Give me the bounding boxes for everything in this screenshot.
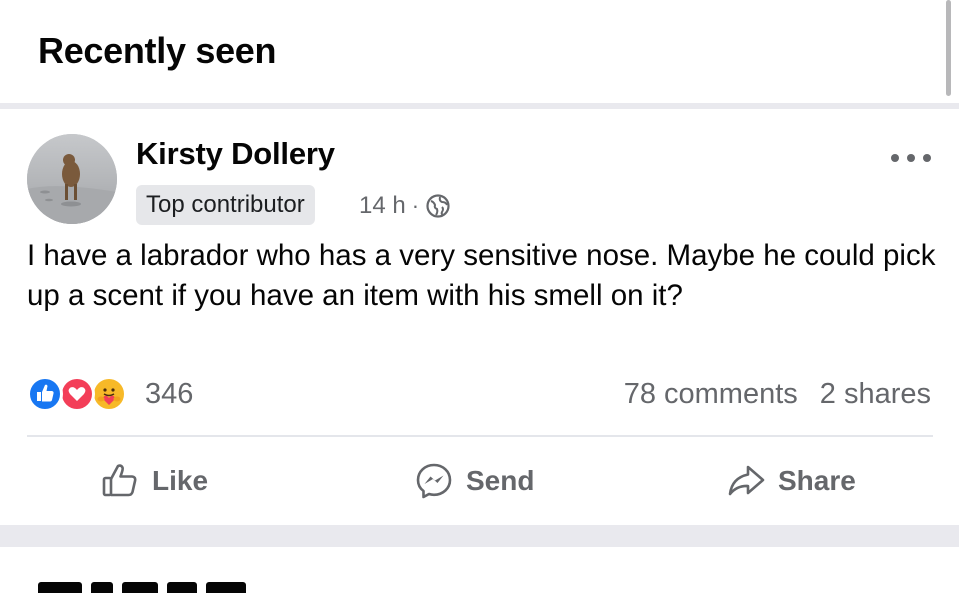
author-name[interactable]: Kirsty Dollery xyxy=(136,136,335,172)
reaction-count: 346 xyxy=(145,377,194,410)
next-section-peek xyxy=(0,547,959,593)
more-dots-icon xyxy=(907,154,915,162)
like-button[interactable]: Like xyxy=(100,459,208,503)
messenger-icon xyxy=(416,463,452,499)
top-contributor-badge[interactable]: Top contributor xyxy=(136,185,315,225)
more-dots-icon xyxy=(923,154,931,162)
love-reaction-icon xyxy=(59,376,95,412)
post-meta: 14 h · xyxy=(359,189,451,223)
share-label: Share xyxy=(778,465,856,496)
like-reaction-icon xyxy=(27,376,63,412)
reaction-icons xyxy=(27,374,135,414)
comments-count[interactable]: 78 comments xyxy=(624,378,798,411)
section-title: Recently seen xyxy=(38,30,277,71)
like-label: Like xyxy=(152,465,209,496)
meta-separator: · xyxy=(411,193,420,218)
scrollbar[interactable] xyxy=(946,0,951,96)
thumbs-up-icon xyxy=(102,464,137,497)
more-options-button[interactable] xyxy=(891,144,931,172)
post-time[interactable]: 14 h xyxy=(359,192,406,220)
recently-seen-header: Recently seen xyxy=(0,0,959,103)
engagement-counts: 78 comments 2 shares xyxy=(624,374,931,414)
send-button[interactable]: Send xyxy=(414,459,534,503)
feed-separator xyxy=(0,525,959,547)
avatar[interactable] xyxy=(27,134,117,224)
reactions-summary[interactable]: 346 xyxy=(27,374,193,414)
send-label: Send xyxy=(466,465,535,496)
page: Recently seen Kirsty Dollery Top contrib… xyxy=(0,0,959,593)
shares-count[interactable]: 2 shares xyxy=(820,378,931,411)
globe-icon xyxy=(426,194,450,218)
avatar-dog-photo xyxy=(27,134,117,224)
actions-divider xyxy=(27,435,933,437)
share-button[interactable]: Share xyxy=(726,459,856,503)
cut-off-heading xyxy=(38,582,268,593)
post-text: I have a labrador who has a very sensiti… xyxy=(27,239,936,312)
more-dots-icon xyxy=(891,154,899,162)
post-card: Kirsty Dollery Top contributor 14 h · I … xyxy=(0,109,959,525)
share-arrow-icon xyxy=(728,465,765,496)
care-reaction-icon xyxy=(91,376,127,412)
